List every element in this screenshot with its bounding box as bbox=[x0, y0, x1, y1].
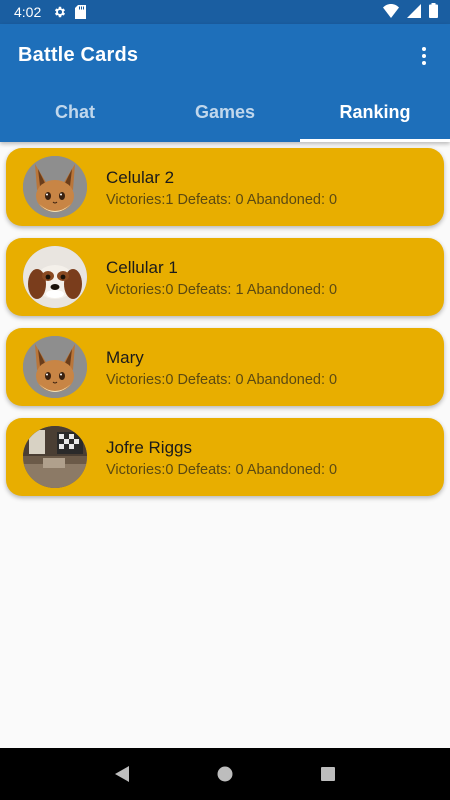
signal-icon bbox=[407, 3, 421, 21]
player-name: Jofre Riggs bbox=[106, 438, 192, 457]
tab-bar: Chat Games Ranking bbox=[0, 82, 450, 142]
player-name: Celular 2 bbox=[106, 168, 175, 187]
eevee-avatar-icon bbox=[23, 336, 87, 398]
ranking-item[interactable]: Mary Victories:0 Defeats: 0 Abandoned: 0 bbox=[6, 328, 444, 406]
tab-ranking[interactable]: Ranking bbox=[300, 82, 450, 142]
player-name: Mary bbox=[106, 348, 144, 367]
eevee-avatar-icon bbox=[23, 156, 87, 218]
app-bar: Battle Cards Chat Games Ranking bbox=[0, 24, 450, 142]
wifi-icon bbox=[383, 3, 399, 21]
ranking-item[interactable]: Jofre Riggs Victories:0 Defeats: 0 Aband… bbox=[6, 418, 444, 496]
status-time: 4:02 bbox=[14, 4, 42, 20]
app-title: Battle Cards bbox=[18, 44, 139, 66]
recents-icon[interactable] bbox=[316, 762, 340, 786]
status-bar: 4:02 bbox=[0, 0, 450, 24]
player-stats: Victories:1 Defeats: 0 Abandoned: 0 bbox=[106, 192, 338, 208]
room-photo-avatar-icon bbox=[23, 426, 87, 488]
player-stats: Victories:0 Defeats: 0 Abandoned: 0 bbox=[106, 372, 338, 388]
ranking-item[interactable]: Celular 2 Victories:1 Defeats: 0 Abandon… bbox=[6, 148, 444, 226]
gear-icon bbox=[53, 5, 67, 19]
player-stats: Victories:0 Defeats: 0 Abandoned: 0 bbox=[106, 462, 338, 478]
system-nav-bar bbox=[0, 748, 450, 800]
dog-avatar-icon bbox=[23, 246, 87, 308]
tab-chat[interactable]: Chat bbox=[0, 82, 150, 142]
tab-games[interactable]: Games bbox=[150, 82, 300, 142]
sd-card-icon bbox=[75, 5, 87, 19]
more-vert-icon[interactable] bbox=[412, 44, 436, 68]
player-name: Cellular 1 bbox=[106, 258, 178, 277]
battery-icon bbox=[429, 3, 438, 21]
back-icon[interactable] bbox=[110, 762, 134, 786]
home-icon[interactable] bbox=[213, 762, 237, 786]
player-stats: Victories:0 Defeats: 1 Abandoned: 0 bbox=[106, 282, 338, 298]
ranking-item[interactable]: Cellular 1 Victories:0 Defeats: 1 Abando… bbox=[6, 238, 444, 316]
